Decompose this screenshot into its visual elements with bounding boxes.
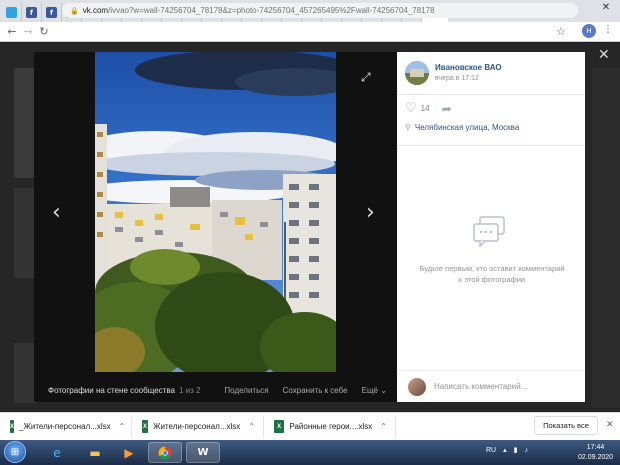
browser-menu-icon[interactable]: ⋮ (603, 24, 613, 35)
chrome-icon[interactable] (148, 442, 182, 463)
photo-info-panel: Ивановское ВАО вчера в 17:12 ♡ 14 ➦ ⚲ Че… (397, 52, 585, 402)
photo-image[interactable] (95, 52, 336, 372)
clock-date: 02.09.2020 (578, 454, 614, 461)
photo-viewer: ⤢ ‹ › Фотографии на стене сообщества 1 и… (34, 52, 397, 402)
community-avatar-image (405, 61, 429, 85)
photo-info-bar: Фотографии на стене сообщества 1 из 2 По… (34, 378, 397, 402)
facebook-icon: f (46, 7, 57, 18)
downloads-bar: X _Жители-персонал...xlsx ⌃ X Жители-пер… (0, 412, 620, 440)
comment-composer[interactable]: Написать комментарий... (397, 370, 585, 402)
photo-caption[interactable]: Фотографии на стене сообщества (48, 386, 175, 395)
expand-icon[interactable]: ⤢ (361, 70, 371, 85)
comment-input[interactable]: Написать комментарий... (434, 382, 527, 391)
location-link[interactable]: Челябинская улица, Москва (415, 123, 519, 132)
photo-svg (95, 52, 336, 372)
save-link[interactable]: Сохранить к себе (283, 386, 348, 395)
internet-explorer-icon[interactable]: e (40, 442, 74, 463)
comments-icon (473, 216, 505, 247)
browser-toolbar: ← → ↻ (0, 22, 620, 42)
excel-file-icon: X (274, 420, 285, 433)
tray-expand-icon[interactable]: ▴ (503, 446, 507, 454)
share-link[interactable]: Поделиться (224, 386, 268, 395)
facebook-icon: f (26, 7, 37, 18)
heart-icon[interactable]: ♡ (405, 101, 417, 116)
lock-icon: 🔒 (70, 7, 79, 15)
post-time[interactable]: вчера в 17:12 (435, 75, 502, 82)
photo-counter: 1 из 2 (178, 385, 201, 395)
location-row: ⚲ Челябинская улица, Москва (405, 123, 519, 132)
download-file-name: _Жители-персонал...xlsx (19, 422, 111, 431)
language-indicator[interactable]: RU (486, 447, 496, 454)
more-link[interactable]: Ещё ⌄ (362, 386, 387, 395)
community-name[interactable]: Ивановское ВАО (435, 63, 502, 72)
download-file-name: Жители-персонал...xlsx (153, 422, 241, 431)
clock-time: 17:44 (586, 444, 605, 451)
download-item[interactable]: X Жители-персонал...xlsx ⌃ (132, 415, 264, 438)
next-photo-arrow[interactable]: › (366, 200, 375, 225)
download-file-name: Районные герои....xlsx (289, 422, 373, 431)
taskbar-clock[interactable]: 17:44 02.09.2020 (578, 443, 613, 463)
start-button[interactable]: ⊞ (4, 441, 26, 463)
bookmark-star-icon[interactable]: ☆ (556, 25, 566, 38)
file-explorer-icon[interactable]: ▬ (78, 442, 112, 463)
post-header: Ивановское ВАО вчера в 17:12 (405, 61, 502, 85)
more-link-label: Ещё (361, 385, 378, 395)
chevron-down-icon: ⌄ (380, 385, 387, 395)
profile-avatar[interactable]: Н (582, 24, 596, 38)
address-bar[interactable]: 🔒 vk.com/ivvao?w=wall-74256704_78178&z=p… (62, 3, 578, 18)
close-viewer-icon[interactable]: ✕ (598, 47, 610, 63)
browser-tab[interactable]: f (42, 3, 62, 22)
forward-button[interactable]: → (20, 25, 36, 38)
network-icon[interactable]: ▮ (514, 446, 518, 454)
share-icon[interactable]: ➦ (442, 102, 452, 116)
media-player-icon[interactable]: ▶ (112, 442, 146, 463)
telegram-icon (6, 7, 17, 18)
likes-row: ♡ 14 ➦ (405, 101, 452, 116)
volume-icon[interactable]: ♪ (525, 447, 529, 454)
back-button[interactable]: ← (4, 25, 20, 38)
divider (397, 94, 585, 95)
close-window-button[interactable]: ✕ (596, 2, 616, 13)
chevron-up-icon[interactable]: ⌃ (380, 422, 387, 431)
location-pin-icon: ⚲ (405, 123, 411, 132)
background-sidebar (592, 68, 620, 408)
chrome-logo (158, 446, 172, 459)
excel-file-icon: X (10, 420, 15, 433)
download-item[interactable]: X Районные герои....xlsx ⌃ (264, 415, 396, 438)
url-path: /ivvao?w=wall-74256704_78178&z=photo-742… (108, 6, 435, 15)
browser-tab[interactable] (2, 3, 22, 22)
divider (397, 145, 585, 146)
show-all-downloads-button[interactable]: Показать все (534, 416, 598, 435)
chevron-up-icon[interactable]: ⌃ (248, 422, 255, 431)
previous-photo-arrow[interactable]: ‹ (52, 200, 61, 225)
reload-button[interactable]: ↻ (36, 25, 52, 38)
excel-file-icon: X (142, 420, 149, 433)
url-host: vk.com (82, 6, 109, 15)
empty-comments-text: Будьте первым, кто оставит комментарий к… (419, 264, 565, 284)
like-count: 14 (420, 104, 430, 113)
download-item[interactable]: X _Жители-персонал...xlsx ⌃ (0, 415, 132, 438)
close-downloads-icon[interactable]: ✕ (606, 419, 614, 430)
user-avatar (408, 377, 426, 396)
community-avatar[interactable] (405, 61, 429, 85)
system-tray: RU ▴ ▮ ♪ (486, 446, 529, 455)
browser-tab[interactable]: f (22, 3, 42, 22)
chevron-up-icon[interactable]: ⌃ (119, 422, 126, 431)
word-icon[interactable]: W (186, 442, 220, 463)
